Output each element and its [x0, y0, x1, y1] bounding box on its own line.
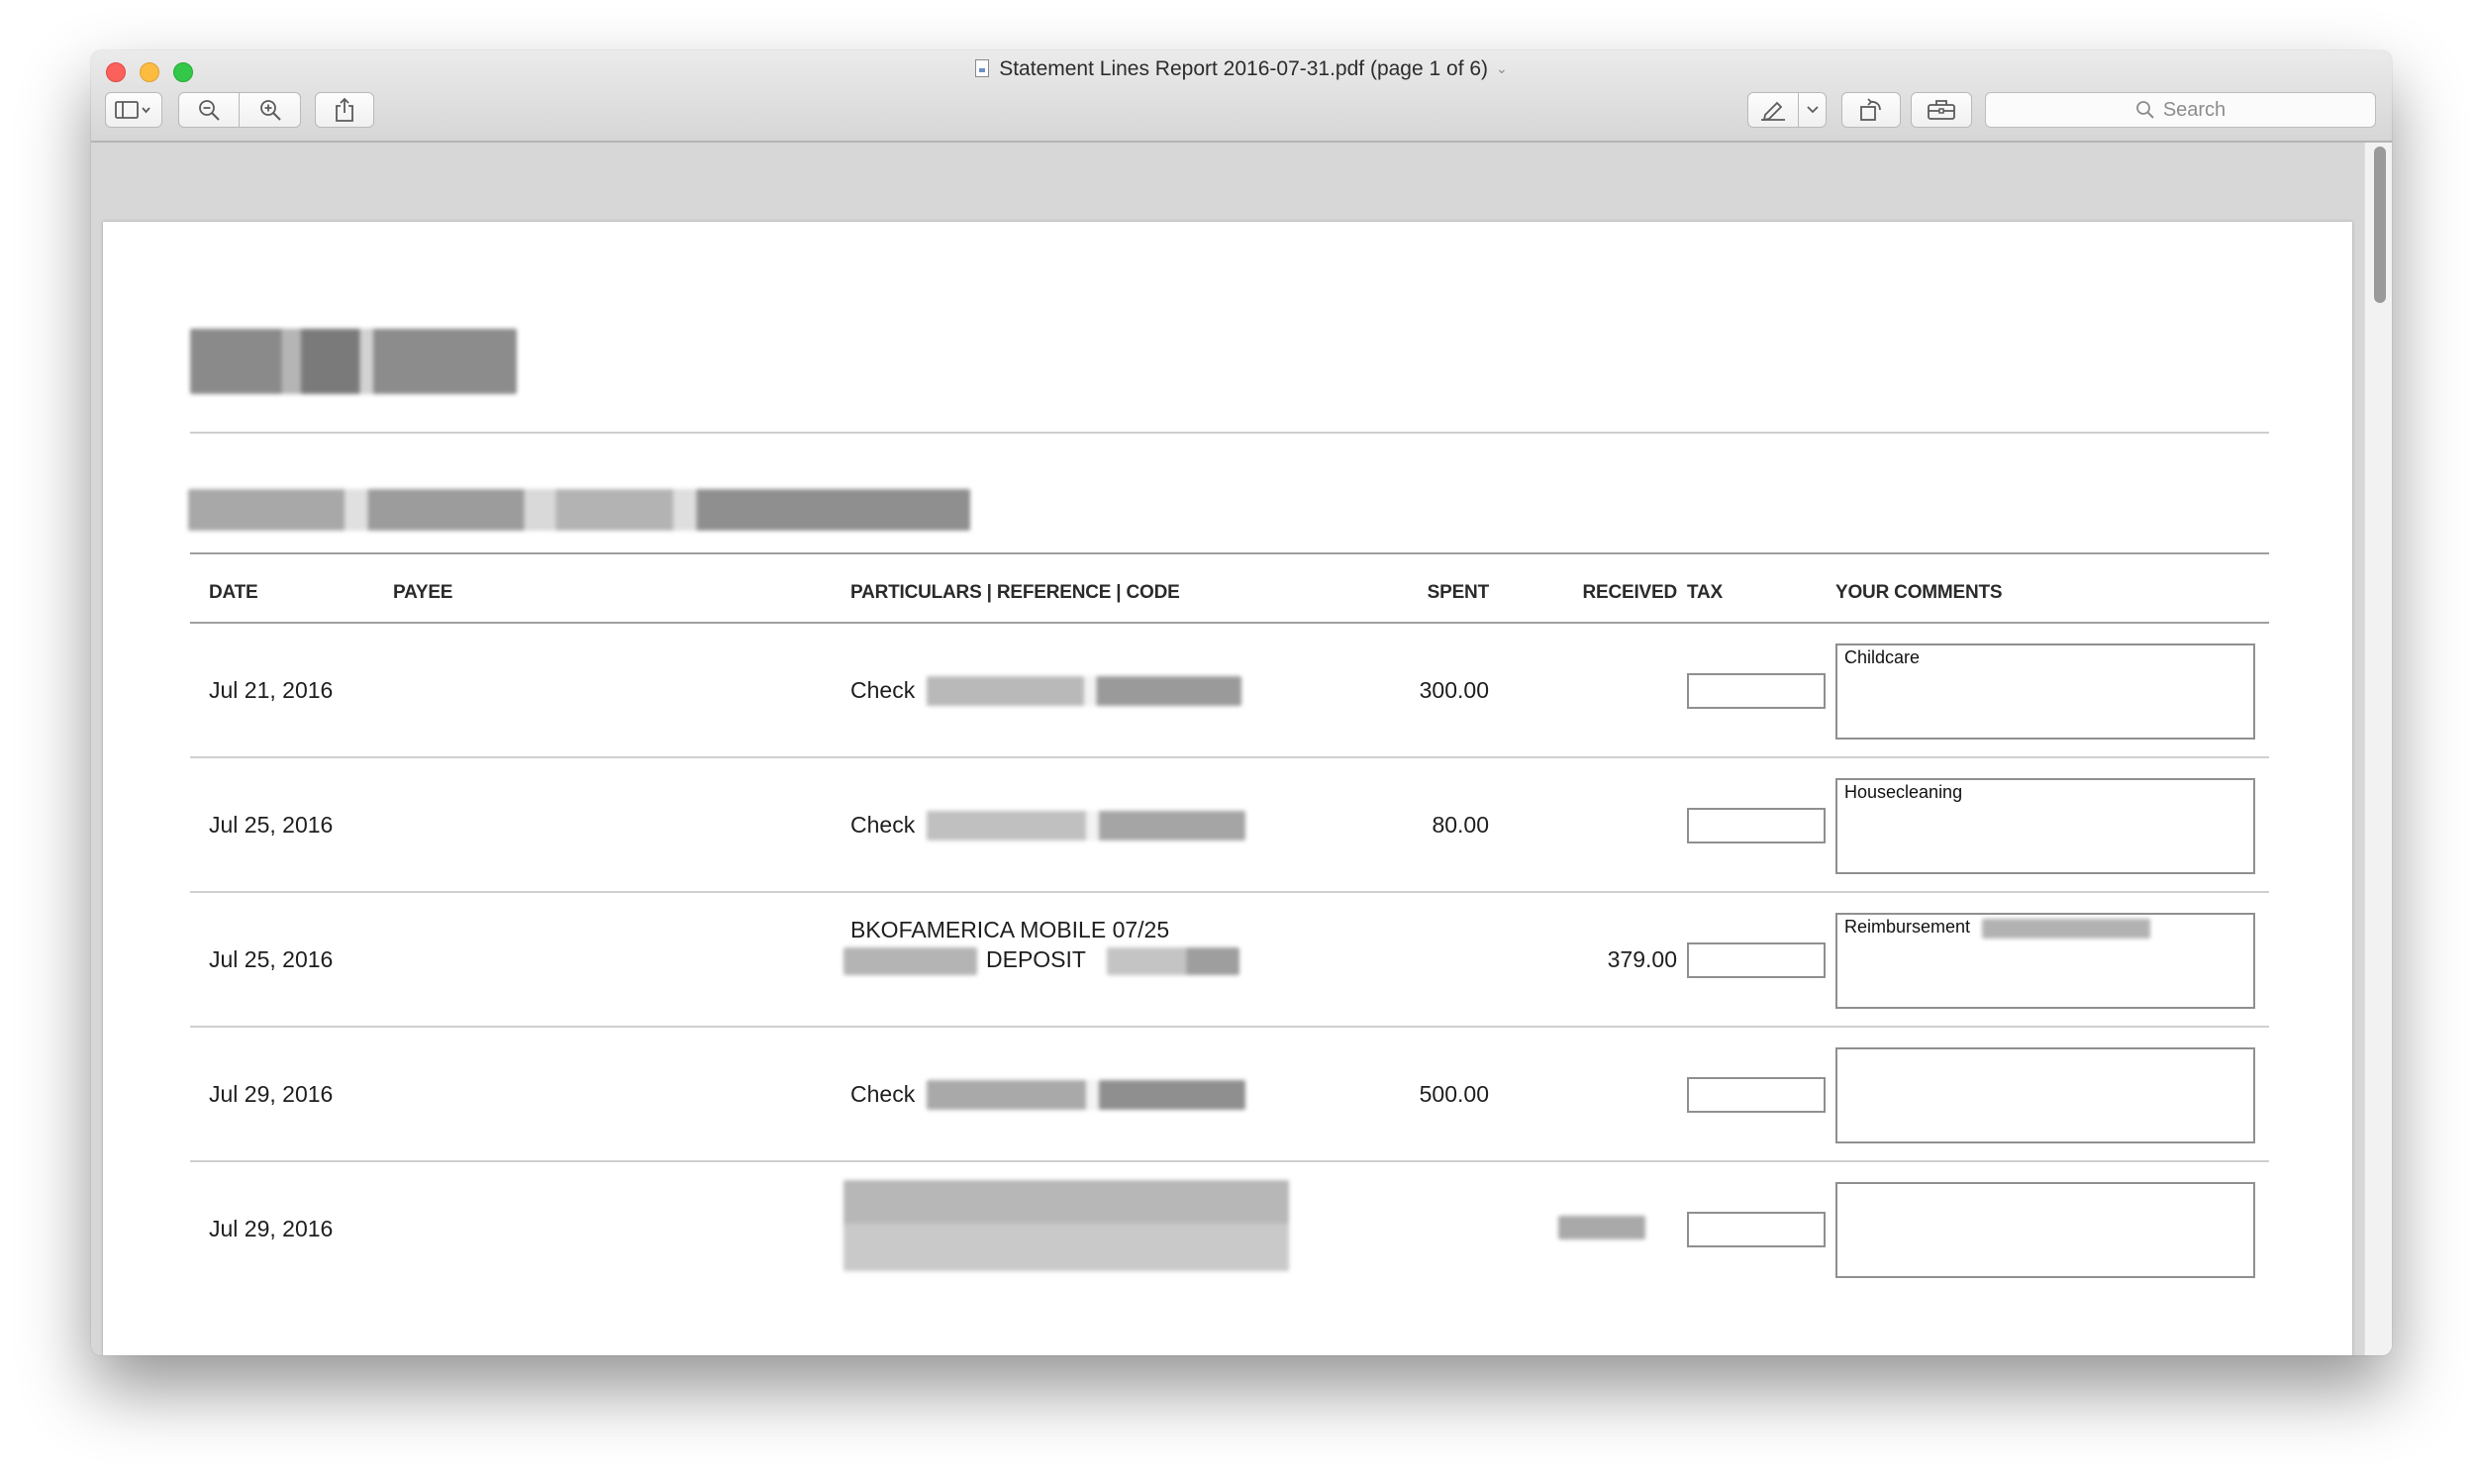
header-bottom-divider [190, 622, 2269, 624]
share-button[interactable] [315, 92, 374, 128]
row-received: 379.00 [1607, 946, 1677, 972]
redacted-particulars [843, 1180, 1289, 1271]
redacted-check-number [927, 1080, 1245, 1110]
comment-input[interactable]: Childcare [1835, 643, 2255, 740]
tax-input[interactable] [1687, 1077, 1826, 1113]
redacted-company-name [190, 329, 517, 394]
row-particulars: Check [850, 1081, 916, 1107]
pdf-page: DATE PAYEE PARTICULARS | REFERENCE | COD… [103, 222, 2352, 1355]
search-field[interactable]: Search [1985, 92, 2376, 128]
tax-input[interactable] [1687, 1212, 1826, 1247]
row-spent: 80.00 [1432, 812, 1489, 838]
row-divider [190, 891, 2269, 893]
table-top-divider [190, 552, 2269, 554]
chevron-down-icon [1806, 106, 1819, 114]
redacted-text [843, 947, 977, 975]
row-particulars: Check [850, 677, 916, 703]
comment-input[interactable] [1835, 1182, 2255, 1278]
zoom-in-button[interactable] [240, 92, 301, 128]
tax-input[interactable] [1687, 942, 1826, 978]
search-placeholder: Search [2162, 98, 2227, 121]
redacted-account-name [188, 489, 970, 531]
rotate-button[interactable] [1841, 92, 1901, 128]
row-spent: 300.00 [1419, 677, 1489, 703]
row-particulars-line2: DEPOSIT [986, 946, 1086, 972]
tax-input[interactable] [1687, 673, 1826, 709]
row-divider [190, 1026, 2269, 1028]
row-particulars: Check [850, 812, 916, 838]
row-particulars: BKOFAMERICA MOBILE 07/25 [850, 917, 1170, 942]
comment-input[interactable] [1835, 1047, 2255, 1143]
window-title-text: Statement Lines Report 2016-07-31.pdf (p… [999, 57, 1489, 80]
row-date: Jul 25, 2016 [209, 946, 334, 972]
redacted-text [1982, 919, 2150, 939]
scrollbar-thumb[interactable] [2374, 147, 2386, 303]
header-divider [190, 432, 2269, 434]
window-title[interactable]: Statement Lines Report 2016-07-31.pdf (p… [91, 57, 2392, 81]
row-date: Jul 21, 2016 [209, 677, 334, 703]
zoom-in-icon [259, 100, 281, 121]
rotate-icon [1860, 98, 1881, 121]
redacted-check-number [927, 811, 1245, 841]
row-date: Jul 29, 2016 [209, 1081, 334, 1107]
col-header-comments: YOUR COMMENTS [1835, 582, 2003, 603]
search-icon [2135, 101, 2154, 119]
document-viewport[interactable]: DATE PAYEE PARTICULARS | REFERENCE | COD… [91, 143, 2392, 1355]
col-header-tax: TAX [1687, 582, 1723, 603]
row-divider [190, 1160, 2269, 1162]
col-header-date: DATE [209, 582, 258, 603]
row-date: Jul 25, 2016 [209, 812, 334, 838]
vertical-scrollbar[interactable] [2364, 143, 2392, 1355]
markup-button[interactable] [1747, 92, 1799, 128]
pdf-document-icon [975, 59, 990, 77]
col-header-spent: SPENT [1427, 582, 1490, 603]
sidebar-icon [115, 101, 150, 119]
redacted-amount [1558, 1216, 1645, 1239]
row-divider [190, 756, 2269, 758]
toolbox-icon [1928, 100, 1955, 120]
row-date: Jul 29, 2016 [209, 1216, 334, 1241]
comment-input[interactable]: Housecleaning [1835, 778, 2255, 874]
preview-window: Statement Lines Report 2016-07-31.pdf (p… [91, 50, 2392, 1355]
toolbox-button[interactable] [1911, 92, 1972, 128]
markup-options-button[interactable] [1799, 92, 1827, 128]
redacted-check-number [927, 676, 1241, 706]
zoom-out-button[interactable] [178, 92, 240, 128]
tax-input[interactable] [1687, 808, 1826, 843]
row-spent: 500.00 [1419, 1081, 1489, 1107]
share-icon [336, 97, 353, 122]
comment-input[interactable]: Reimbursement [1835, 913, 2255, 1009]
title-bar: Statement Lines Report 2016-07-31.pdf (p… [91, 50, 2392, 143]
zoom-out-icon [199, 100, 220, 121]
pen-icon [1761, 101, 1785, 121]
sidebar-toggle-button[interactable] [105, 92, 162, 128]
col-header-received: RECEIVED [1582, 582, 1677, 603]
col-header-particulars: PARTICULARS | REFERENCE | CODE [850, 582, 1180, 603]
col-header-payee: PAYEE [393, 582, 453, 603]
chevron-down-icon: ⌄ [1496, 60, 1508, 76]
redacted-text [1107, 947, 1239, 975]
comment-text: Reimbursement [1844, 917, 1971, 937]
